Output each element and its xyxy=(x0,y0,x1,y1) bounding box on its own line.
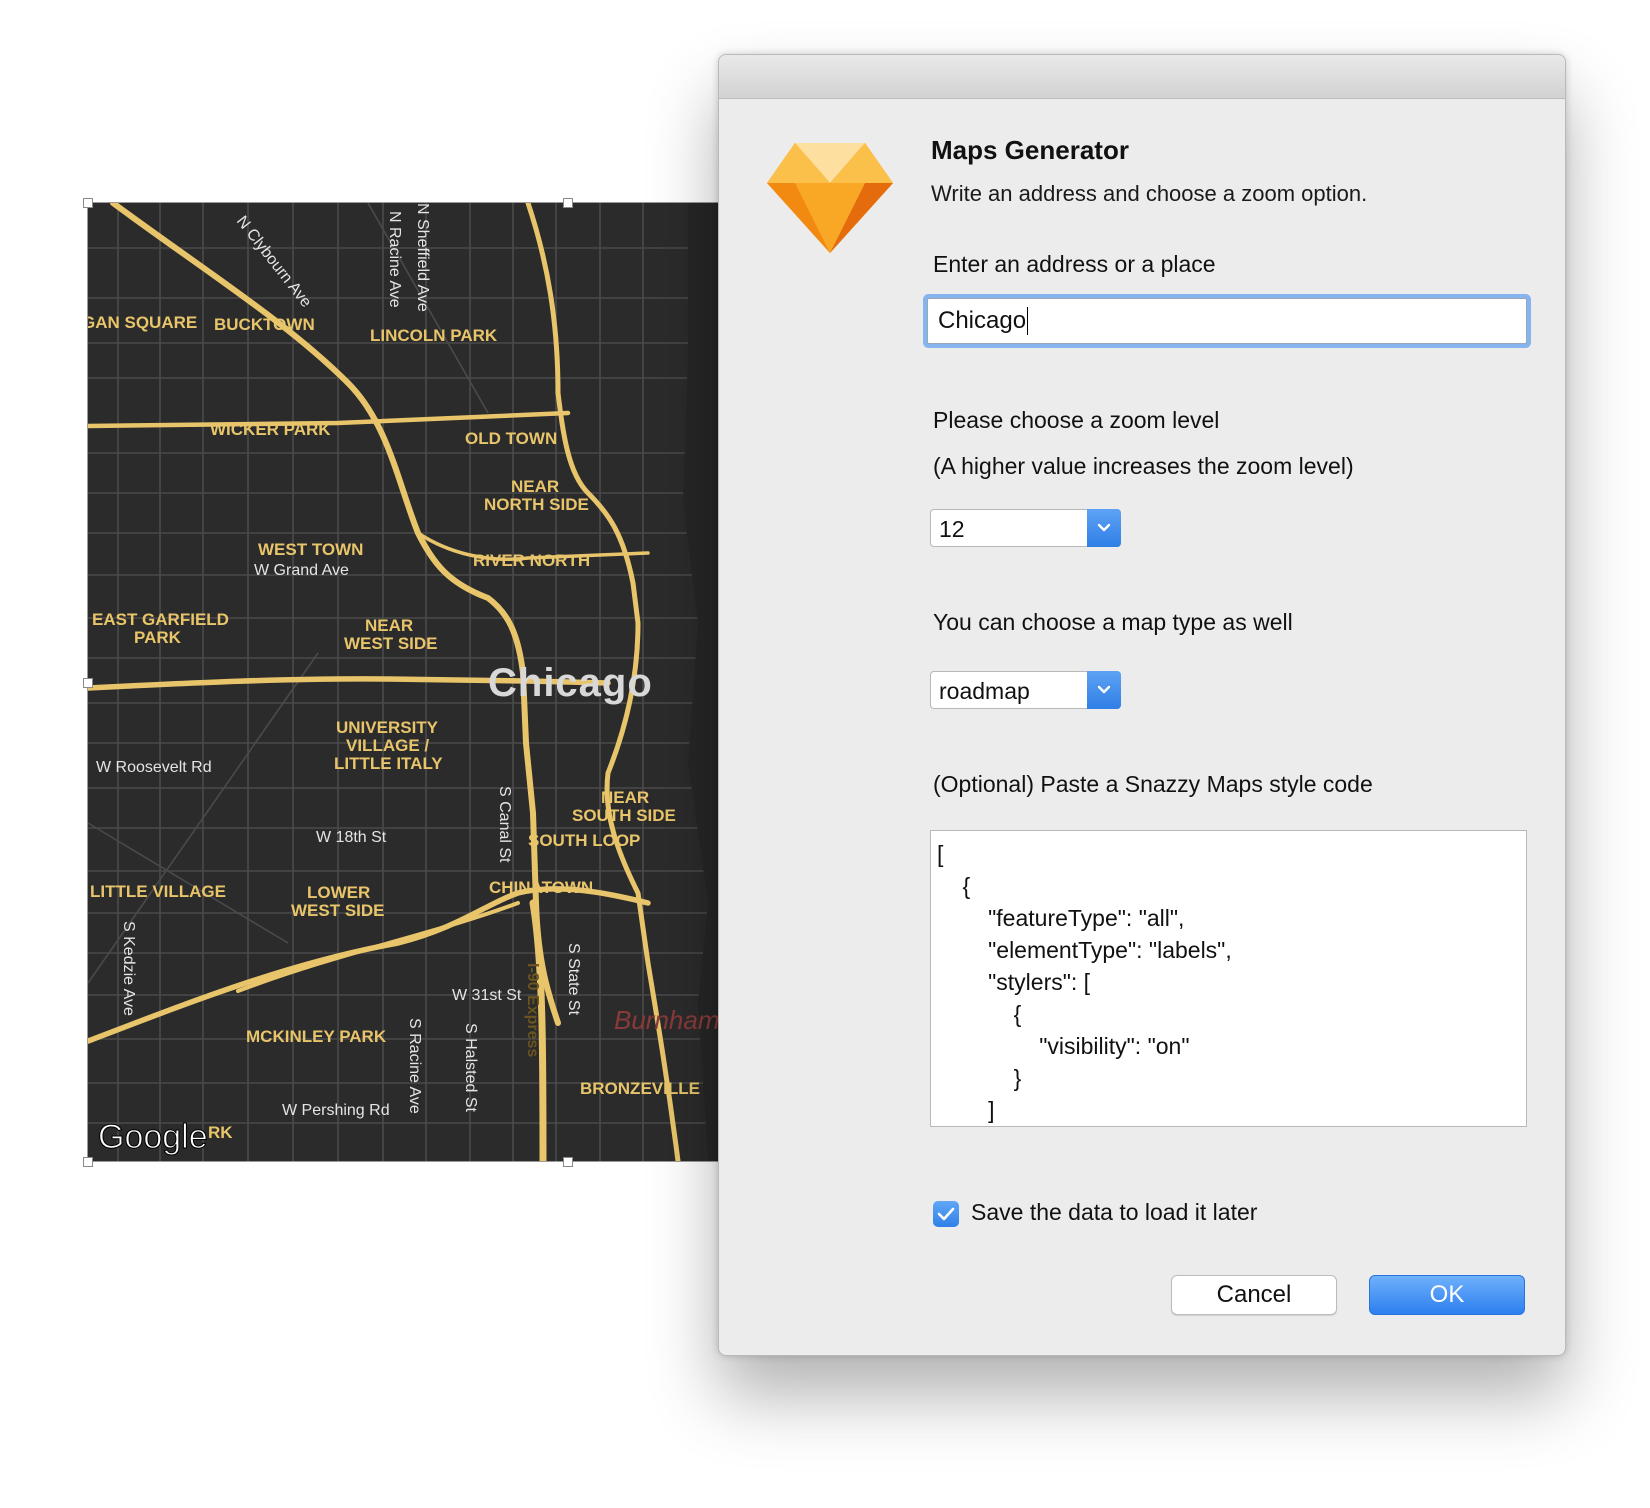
chevron-down-icon[interactable] xyxy=(1087,509,1121,547)
maptype-label: You can choose a map type as well xyxy=(933,609,1293,635)
label-near-south-1: NEAR xyxy=(601,788,649,807)
code-line: ] xyxy=(937,1097,995,1123)
code-line: [ xyxy=(937,841,944,867)
text-caret xyxy=(1027,307,1029,335)
resize-handle-bottom-right[interactable] xyxy=(563,1157,573,1167)
label-east-garfield-2: PARK xyxy=(134,628,182,647)
label-west-town: WEST TOWN xyxy=(258,540,363,559)
code-line: "visibility": "on" xyxy=(937,1033,1190,1059)
chevron-down-icon[interactable] xyxy=(1087,671,1121,709)
label-near-north-1: NEAR xyxy=(511,477,559,496)
code-line: "stylers": [ xyxy=(937,969,1091,995)
street-label-18th: W 18th St xyxy=(316,829,387,846)
street-label-kedzie: S Kedzie Ave xyxy=(120,921,137,1016)
label-university-1: UNIVERSITY xyxy=(336,718,439,737)
google-logo: Google xyxy=(98,1118,208,1156)
label-bronzeville: BRONZEVILLE xyxy=(580,1079,700,1098)
dialog-title: Maps Generator xyxy=(931,135,1129,165)
label-lower-west-2: WEST SIDE xyxy=(291,901,385,920)
code-line: { xyxy=(937,873,971,899)
maps-generator-dialog: Maps Generator Write an address and choo… xyxy=(718,54,1566,1356)
street-label-i90: I-90 Express xyxy=(524,963,541,1057)
dialog-titlebar[interactable] xyxy=(719,55,1565,99)
label-river-north: RIVER NORTH xyxy=(473,551,590,570)
street-label-canal: S Canal St xyxy=(496,786,513,863)
map-city-label: Chicago xyxy=(488,661,653,705)
landmark-label: Burnham xyxy=(614,1005,718,1035)
label-old-town: OLD TOWN xyxy=(465,429,557,448)
label-lincoln-park: LINCOLN PARK xyxy=(370,326,498,345)
code-line: } xyxy=(937,1065,1022,1091)
ok-button[interactable]: OK xyxy=(1369,1275,1525,1315)
label-chinatown: CHINATOWN xyxy=(489,878,593,897)
map-preview[interactable]: I-90 Express GAN SQUARE BUCKTOWN LINCOLN… xyxy=(87,202,719,1162)
neighborhood-labels: GAN SQUARE BUCKTOWN LINCOLN PARK WICKER … xyxy=(88,313,700,1142)
label-near-north-2: NORTH SIDE xyxy=(484,495,589,514)
street-label-sheffield: N Sheffield Ave xyxy=(414,203,431,312)
checkmark-icon xyxy=(937,1207,955,1221)
label-university-2: VILLAGE / xyxy=(346,736,429,755)
address-input-value: Chicago xyxy=(938,307,1027,334)
label-bucktown: BUCKTOWN xyxy=(214,315,315,334)
zoom-select-value: 12 xyxy=(939,516,965,542)
sketch-diamond-icon xyxy=(767,143,893,253)
street-label-racine-n: N Racine Ave xyxy=(386,211,403,308)
save-data-label[interactable]: Save the data to load it later xyxy=(971,1199,1257,1226)
maptype-select-value: roadmap xyxy=(939,678,1030,704)
street-label-roosevelt: W Roosevelt Rd xyxy=(96,759,212,776)
resize-handle-middle-left[interactable] xyxy=(83,678,93,688)
zoom-select[interactable]: 12 xyxy=(930,509,1121,547)
cancel-button[interactable]: Cancel xyxy=(1171,1275,1337,1315)
code-line: "elementType": "labels", xyxy=(937,937,1232,963)
style-code-textarea[interactable]: [ { "featureType": "all", "elementType":… xyxy=(930,830,1527,1127)
save-data-checkbox[interactable] xyxy=(933,1201,959,1227)
address-label: Enter an address or a place xyxy=(933,251,1216,277)
dialog-subtitle: Write an address and choose a zoom optio… xyxy=(931,181,1368,206)
label-park-partial: RK xyxy=(208,1123,233,1142)
zoom-label: Please choose a zoom level xyxy=(933,407,1220,433)
map-canvas: I-90 Express GAN SQUARE BUCKTOWN LINCOLN… xyxy=(88,203,718,1161)
street-label-pershing: W Pershing Rd xyxy=(282,1102,390,1119)
label-wicker-park: WICKER PARK xyxy=(210,420,331,439)
address-input[interactable]: Chicago xyxy=(927,298,1527,344)
label-gan-square: GAN SQUARE xyxy=(88,313,197,332)
zoom-hint: (A higher value increases the zoom level… xyxy=(933,453,1354,479)
street-label-halsted: S Halsted St xyxy=(462,1023,479,1112)
code-line: "featureType": "all", xyxy=(937,905,1185,931)
label-near-south-2: SOUTH SIDE xyxy=(572,806,676,825)
label-south-loop: SOUTH LOOP xyxy=(528,831,640,850)
maptype-select[interactable]: roadmap xyxy=(930,671,1121,709)
style-code-label: (Optional) Paste a Snazzy Maps style cod… xyxy=(933,771,1373,797)
street-label-state: S State St xyxy=(565,943,582,1016)
resize-handle-bottom-left[interactable] xyxy=(83,1157,93,1167)
label-near-west-2: WEST SIDE xyxy=(344,634,438,653)
label-university-3: LITTLE ITALY xyxy=(334,754,443,773)
label-mckinley-park: MCKINLEY PARK xyxy=(246,1027,387,1046)
label-little-village: LITTLE VILLAGE xyxy=(90,882,226,901)
street-label-31st: W 31st St xyxy=(452,987,522,1004)
street-label-racine-s: S Racine Ave xyxy=(406,1018,423,1114)
resize-handle-top-right[interactable] xyxy=(563,198,573,208)
screen: I-90 Express GAN SQUARE BUCKTOWN LINCOLN… xyxy=(0,0,1650,1508)
label-near-west-1: NEAR xyxy=(365,616,413,635)
label-lower-west-1: LOWER xyxy=(307,883,370,902)
code-line: { xyxy=(937,1001,1022,1027)
label-east-garfield-1: EAST GARFIELD xyxy=(92,610,229,629)
street-label-grand: W Grand Ave xyxy=(254,562,349,579)
resize-handle-top-left[interactable] xyxy=(83,198,93,208)
